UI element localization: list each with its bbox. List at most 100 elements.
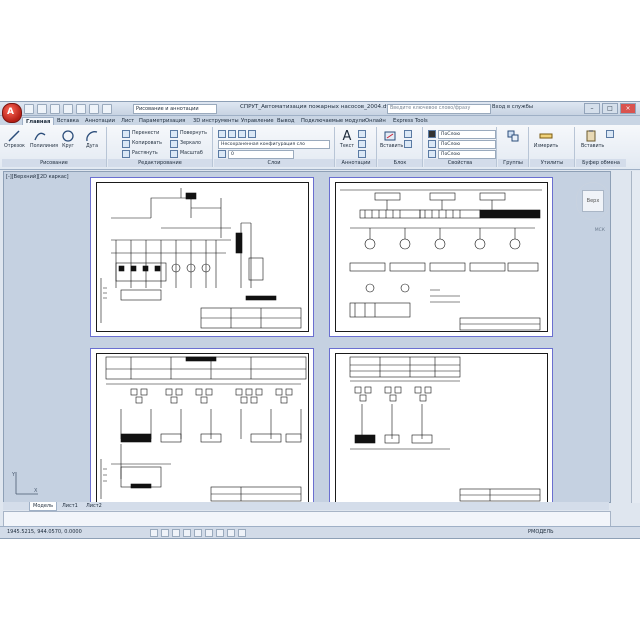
save-icon[interactable]: [50, 104, 60, 114]
arc-tool[interactable]: Дуга: [82, 129, 102, 149]
circle-tool[interactable]: Круг: [58, 129, 78, 149]
utilities-panel-label[interactable]: Утилиты: [530, 159, 574, 167]
tab-insert[interactable]: Вставка: [54, 117, 82, 125]
linetype-icon: [428, 150, 436, 158]
lineweight-icon: [428, 140, 436, 148]
tab-parametric[interactable]: Параметризация: [136, 117, 188, 125]
application-menu-button[interactable]: A: [2, 103, 22, 123]
command-line[interactable]: [3, 511, 611, 527]
tab-layout[interactable]: Лист: [118, 117, 137, 125]
osnap-icon[interactable]: [194, 529, 202, 537]
lineweight-dropdown[interactable]: ПоСлою: [438, 139, 496, 149]
open-icon[interactable]: [37, 104, 47, 114]
mirror-tool[interactable]: Зеркало: [170, 140, 201, 148]
ortho-icon[interactable]: [172, 529, 180, 537]
layer-properties-icon[interactable]: [218, 130, 226, 138]
layer-dropdown[interactable]: 0: [228, 149, 294, 159]
navcube[interactable]: Верх: [582, 190, 604, 212]
layer-tools-row: [218, 130, 256, 138]
autocad-logo-icon: A: [7, 107, 14, 117]
otrack-icon[interactable]: [205, 529, 213, 537]
schematic-drawing-4: [349, 356, 541, 502]
snap-icon[interactable]: [150, 529, 158, 537]
line-tool[interactable]: Отрезок: [4, 129, 25, 149]
dyn-icon[interactable]: [227, 529, 235, 537]
block-panel-label[interactable]: Блок: [378, 159, 422, 167]
tab-online[interactable]: Онлайн: [362, 117, 389, 125]
wcs-label[interactable]: МСК: [595, 228, 605, 233]
tab-annotate[interactable]: Аннотации: [82, 117, 118, 125]
rotate-tool[interactable]: Повернуть: [170, 130, 207, 138]
groups-panel-label[interactable]: Группы: [498, 159, 528, 167]
text-label: Текст: [339, 144, 355, 149]
print-icon[interactable]: [76, 104, 86, 114]
lwt-icon[interactable]: [238, 529, 246, 537]
move-label: Перенести: [132, 131, 160, 136]
new-icon[interactable]: [24, 104, 34, 114]
modify-panel-label[interactable]: Редактирование: [108, 159, 212, 167]
draw-panel-label[interactable]: Рисование: [2, 159, 106, 167]
table-tool[interactable]: [358, 150, 366, 158]
insert-block-icon: [384, 131, 396, 141]
dimension-icon: [358, 130, 366, 138]
clipboard-panel-label[interactable]: Буфер обмена: [576, 159, 626, 167]
panel-groups: Группы: [498, 127, 529, 167]
dimension-tool[interactable]: [358, 130, 366, 138]
drawing-sheet-2: [329, 177, 553, 337]
minimize-icon[interactable]: –: [584, 103, 600, 114]
layer-freeze-icon[interactable]: [238, 130, 246, 138]
viewport-controls-label[interactable]: [-][Верхний][2D каркас]: [6, 174, 69, 180]
copy-tool[interactable]: Копировать: [122, 140, 162, 148]
leader-tool[interactable]: [358, 140, 366, 148]
tab-3d-tools[interactable]: 3D инструменты: [190, 117, 242, 125]
scale-tool[interactable]: Масштаб: [170, 150, 203, 158]
move-tool[interactable]: Перенести: [122, 130, 159, 138]
tab-output[interactable]: Вывод: [274, 117, 297, 125]
panel-layers: Несохраненная конфигурация сло 0 Слои: [214, 127, 335, 167]
tab-express-tools[interactable]: Express Tools: [390, 117, 431, 125]
measure-tool[interactable]: Измерить: [533, 129, 559, 149]
copy-clip-tool[interactable]: [606, 130, 614, 138]
search-input[interactable]: Введите ключевое слово/фразу: [387, 104, 491, 114]
tab-sheet1[interactable]: Лист1: [59, 502, 81, 510]
insert-block-tool[interactable]: Вставить: [380, 129, 403, 149]
vertical-scrollbar[interactable]: [631, 171, 640, 503]
login-button[interactable]: Вход в службы: [492, 104, 533, 110]
layer-lock-icon[interactable]: [248, 130, 256, 138]
tab-model[interactable]: Модель: [29, 502, 58, 511]
linetype-dropdown[interactable]: ПоСлою: [438, 149, 496, 159]
tab-plugins[interactable]: Подключаемые модули: [298, 117, 368, 125]
properties-panel-label[interactable]: Свойства: [424, 159, 496, 167]
text-tool[interactable]: A Текст: [338, 129, 356, 149]
polyline-label: Полилиния: [30, 144, 59, 149]
copy-icon: [122, 140, 130, 148]
stretch-tool[interactable]: Растянуть: [122, 150, 158, 158]
undo-icon[interactable]: [89, 104, 99, 114]
model-space-button[interactable]: РМОДЕЛЬ: [528, 529, 554, 535]
close-icon[interactable]: ×: [620, 103, 636, 114]
tab-manage[interactable]: Управление: [238, 117, 277, 125]
redo-icon[interactable]: [102, 104, 112, 114]
ducs-icon[interactable]: [216, 529, 224, 537]
polyline-tool[interactable]: Полилиния: [30, 129, 58, 149]
drawing-viewport[interactable]: [-][Верхний][2D каркас] Верх МСК Y X: [3, 171, 611, 508]
workspace-dropdown[interactable]: Рисование и аннотации: [133, 104, 217, 114]
line-label: Отрезок: [4, 144, 25, 149]
polar-icon[interactable]: [183, 529, 191, 537]
autocad-window: Рисование и аннотации СПРУТ_Автоматизаци…: [0, 101, 640, 539]
layer-off-icon[interactable]: [228, 130, 236, 138]
layers-panel-label[interactable]: Слои: [214, 159, 334, 167]
edit-block-tool[interactable]: [404, 140, 412, 148]
tab-sheet2[interactable]: Лист2: [83, 502, 105, 510]
group-tool[interactable]: [503, 129, 523, 144]
layer-state-dropdown[interactable]: Несохраненная конфигурация сло: [218, 139, 330, 149]
maximize-icon[interactable]: □: [602, 103, 618, 114]
lightbulb-icon: [218, 150, 226, 158]
paste-tool[interactable]: Вставить: [581, 129, 604, 149]
grid-icon[interactable]: [161, 529, 169, 537]
create-block-tool[interactable]: [404, 130, 412, 138]
copy-label: Копировать: [132, 141, 162, 146]
color-dropdown[interactable]: ПоСлою: [438, 129, 496, 139]
saveas-icon[interactable]: [63, 104, 73, 114]
annotation-panel-label[interactable]: Аннотации: [336, 159, 376, 167]
